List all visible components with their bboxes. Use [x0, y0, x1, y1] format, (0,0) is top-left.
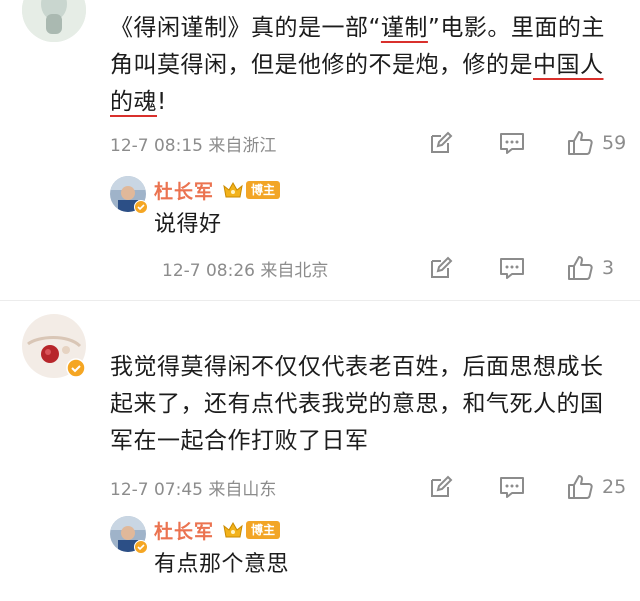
divider: [0, 300, 640, 301]
edit-icon: [431, 256, 453, 278]
comment-icon: [500, 477, 524, 498]
edit-button[interactable]: [428, 255, 454, 281]
like-icon: [568, 475, 593, 499]
avatar-image: [22, 0, 86, 42]
verified-icon: [134, 540, 148, 554]
edit-icon: [431, 475, 453, 497]
comment-meta: 12-7 07:45 来自山东 25: [110, 471, 630, 503]
like-count: 59: [602, 132, 627, 154]
comment-text: 《得闲谨制》真的是一部“谨制”电影。里面的主角叫莫得闲，但是他修的不是炮，修的是…: [110, 15, 605, 115]
edit-button[interactable]: [428, 130, 454, 156]
commenter-avatar[interactable]: [22, 0, 86, 42]
comment-icon: [500, 133, 524, 154]
reply-time: 12-7 08:26 来自北京: [162, 260, 329, 281]
like-button[interactable]: 25: [566, 473, 630, 501]
verified-icon: [134, 200, 148, 214]
comment-button[interactable]: [498, 474, 526, 500]
highlight-phrase: 谨制: [380, 15, 428, 41]
comment-text: 我觉得莫得闲不仅仅代表老百姓，后面思想成长起来了，还有点代表我党的意思，和气死人…: [110, 354, 604, 454]
like-icon: [568, 131, 593, 155]
reply-text: 有点那个意思: [154, 552, 290, 577]
author-reply: 杜长军 博主 有点那个意思: [110, 516, 610, 586]
edit-icon: [431, 131, 453, 153]
blogger-badge: 博主: [246, 521, 281, 539]
crown-icon: [222, 521, 244, 539]
reply-meta: 12-7 08:26 来自北京 3: [162, 252, 630, 284]
like-count: 3: [602, 257, 615, 279]
like-icon: [568, 256, 593, 280]
comment-button[interactable]: [498, 130, 526, 156]
like-button[interactable]: 59: [566, 129, 630, 157]
comment-meta: 12-7 08:15 来自浙江 59: [110, 127, 630, 159]
reply-author-name[interactable]: 杜长军: [154, 177, 214, 204]
reply-author-name[interactable]: 杜长军: [154, 517, 214, 544]
comment-button[interactable]: [498, 255, 526, 281]
like-count: 25: [602, 476, 627, 498]
comment-time: 12-7 08:15 来自浙江: [110, 135, 277, 156]
blogger-badge: 博主: [246, 181, 281, 199]
crown-icon: [222, 181, 244, 199]
edit-button[interactable]: [428, 474, 454, 500]
author-reply: 杜长军 博主 说得好: [110, 176, 610, 246]
comment-icon: [500, 258, 524, 279]
reply-text: 说得好: [154, 212, 222, 237]
verified-icon: [66, 358, 86, 378]
comment-time: 12-7 07:45 来自山东: [110, 479, 277, 500]
like-button[interactable]: 3: [566, 254, 630, 282]
